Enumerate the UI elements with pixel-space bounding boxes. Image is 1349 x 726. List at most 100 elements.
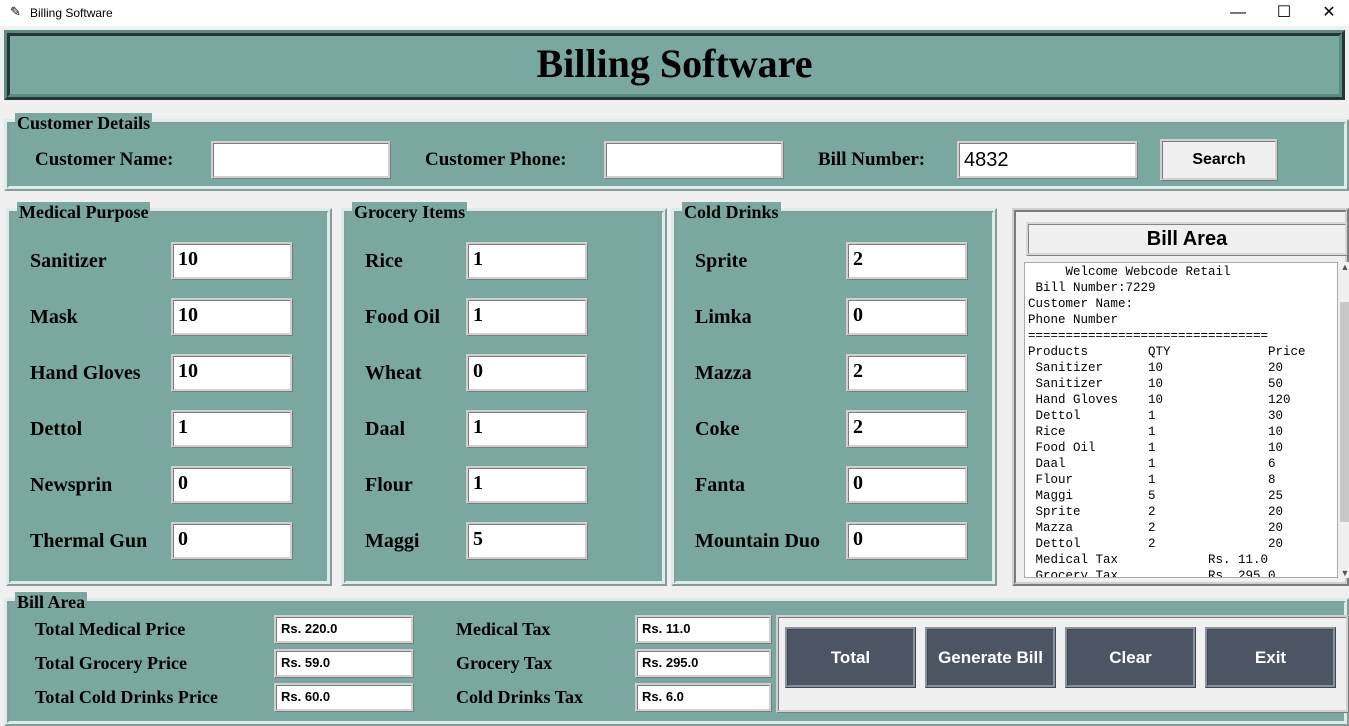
medical-tax-label: Medical Tax (456, 619, 551, 639)
bill-scrollbar[interactable]: ▲ ▼ (1338, 262, 1349, 578)
bill-line: Sprite 2 20 (1028, 505, 1284, 519)
mask-qty-input[interactable]: 10 (171, 298, 293, 336)
bill-number-input[interactable]: 4832 (957, 141, 1138, 179)
newsprin-qty-input[interactable]: 0 (171, 466, 293, 504)
bill-line: Phone Number (1028, 313, 1119, 327)
grocery-section-label: Grocery Items (352, 202, 468, 222)
wheat-qty-input[interactable]: 0 (466, 354, 588, 392)
maximize-button[interactable]: ☐ (1261, 0, 1307, 26)
wheat-label: Wheat (365, 362, 422, 384)
rice-label: Rice (365, 250, 403, 272)
generate-bill-button[interactable]: Generate Bill (925, 627, 1056, 688)
bill-line: Welcome Webcode Retail (1028, 265, 1231, 279)
customer-phone-label: Customer Phone: (425, 149, 567, 170)
rice-qty-input[interactable]: 1 (466, 242, 588, 280)
customer-details-label: Customer Details (15, 113, 153, 133)
bill-line: Bill Number:7229 (1028, 281, 1156, 295)
scroll-up-icon[interactable]: ▲ (1340, 262, 1349, 272)
maggi-label: Maggi (365, 530, 420, 552)
maggi-qty-input[interactable]: 5 (466, 522, 588, 560)
medical-section-label: Medical Purpose (17, 202, 151, 222)
scroll-down-icon[interactable]: ▼ (1340, 568, 1349, 578)
thermal-gun-qty-input[interactable]: 0 (171, 522, 293, 560)
customer-phone-input[interactable] (604, 141, 784, 179)
mazza-label: Mazza (695, 362, 752, 384)
limka-label: Limka (695, 306, 752, 328)
food-oil-label: Food Oil (365, 306, 441, 328)
sprite-label: Sprite (695, 250, 748, 272)
medical-tax-field[interactable]: Rs. 11.0 (635, 615, 772, 644)
feather-icon: ✎ (10, 4, 21, 19)
dettol-label: Dettol (30, 418, 83, 440)
bill-line: Flour 1 8 (1028, 473, 1276, 487)
food-oil-qty-input[interactable]: 1 (466, 298, 588, 336)
total-grocery-price-label: Total Grocery Price (35, 653, 187, 673)
page-title: Billing Software (536, 41, 813, 86)
bill-line: Sanitizer 10 50 (1028, 377, 1284, 391)
scroll-thumb[interactable] (1340, 302, 1349, 522)
window-titlebar: ✎ Billing Software — ☐ ✕ (0, 0, 1349, 26)
dettol-qty-input[interactable]: 1 (171, 410, 293, 448)
bill-line: Dettol 1 30 (1028, 409, 1284, 423)
newsprin-label: Newsprin (30, 474, 113, 496)
flour-label: Flour (365, 474, 413, 496)
coke-qty-input[interactable]: 2 (846, 410, 968, 448)
bill-line: Dettol 2 20 (1028, 537, 1284, 551)
header-banner: Billing Software (4, 30, 1345, 100)
total-medical-price-field[interactable]: Rs. 220.0 (274, 615, 414, 644)
total-grocery-price-field[interactable]: Rs. 59.0 (274, 649, 414, 678)
hand-gloves-label: Hand Gloves (30, 362, 141, 384)
minimize-button[interactable]: — (1215, 0, 1261, 26)
hand-gloves-qty-input[interactable]: 10 (171, 354, 293, 392)
cold-drinks-tax-label: Cold Drinks Tax (456, 687, 584, 707)
total-cold-drinks-price-label: Total Cold Drinks Price (35, 687, 218, 707)
fanta-label: Fanta (695, 474, 745, 496)
coke-label: Coke (695, 418, 740, 440)
search-button[interactable]: Search (1160, 139, 1278, 181)
sanitizer-label: Sanitizer (30, 250, 107, 272)
cold-drinks-tax-field[interactable]: Rs. 6.0 (635, 683, 772, 712)
customer-name-input[interactable] (211, 141, 391, 179)
window-title: Billing Software (30, 6, 113, 20)
bill-line: ================================ (1028, 329, 1269, 343)
mountain-duo-label: Mountain Duo (695, 530, 821, 552)
bill-line: Medical Tax Rs. 11.0 (1028, 553, 1269, 567)
flour-qty-input[interactable]: 1 (466, 466, 588, 504)
sanitizer-qty-input[interactable]: 10 (171, 242, 293, 280)
bill-line: Food Oil 1 10 (1028, 441, 1284, 455)
bill-line: Customer Name: (1028, 297, 1134, 311)
grocery-tax-label: Grocery Tax (456, 653, 553, 673)
bill-line: Maggi 5 25 (1028, 489, 1284, 503)
bill-line: Grocery Tax Rs. 295.0 (1028, 569, 1276, 578)
action-buttons-frame: Total Generate Bill Clear Exit (776, 615, 1349, 713)
total-medical-price-label: Total Medical Price (35, 619, 186, 639)
bill-area-title: Bill Area (1026, 222, 1348, 256)
mask-label: Mask (30, 306, 78, 328)
bill-line: Sanitizer 10 20 (1028, 361, 1284, 375)
total-cold-drinks-price-field[interactable]: Rs. 60.0 (274, 683, 414, 712)
total-button[interactable]: Total (785, 627, 916, 688)
bill-textarea[interactable]: Welcome Webcode Retail Bill Number:7229 C… (1024, 262, 1338, 578)
bill-number-label: Bill Number: (818, 149, 926, 170)
mountain-duo-qty-input[interactable]: 0 (846, 522, 968, 560)
grocery-tax-field[interactable]: Rs. 295.0 (635, 649, 772, 678)
limka-qty-input[interactable]: 0 (846, 298, 968, 336)
exit-button[interactable]: Exit (1205, 627, 1336, 688)
clear-button[interactable]: Clear (1065, 627, 1196, 688)
bill-line: Products QTY Price (1028, 345, 1306, 359)
bill-line: Mazza 2 20 (1028, 521, 1284, 535)
bill-line: Daal 1 6 (1028, 457, 1276, 471)
totals-section-label: Bill Area (15, 592, 88, 612)
daal-qty-input[interactable]: 1 (466, 410, 588, 448)
bill-line: Hand Gloves 10 120 (1028, 393, 1291, 407)
cold-drinks-section-label: Cold Drinks (682, 202, 781, 222)
bill-area-panel: Bill Area Welcome Webcode Retail Bill Nu… (1012, 208, 1349, 586)
bill-line: Rice 1 10 (1028, 425, 1284, 439)
mazza-qty-input[interactable]: 2 (846, 354, 968, 392)
customer-name-label: Customer Name: (35, 149, 174, 170)
fanta-qty-input[interactable]: 0 (846, 466, 968, 504)
daal-label: Daal (365, 418, 405, 440)
thermal-gun-label: Thermal Gun (30, 530, 148, 552)
close-button[interactable]: ✕ (1306, 0, 1349, 26)
sprite-qty-input[interactable]: 2 (846, 242, 968, 280)
